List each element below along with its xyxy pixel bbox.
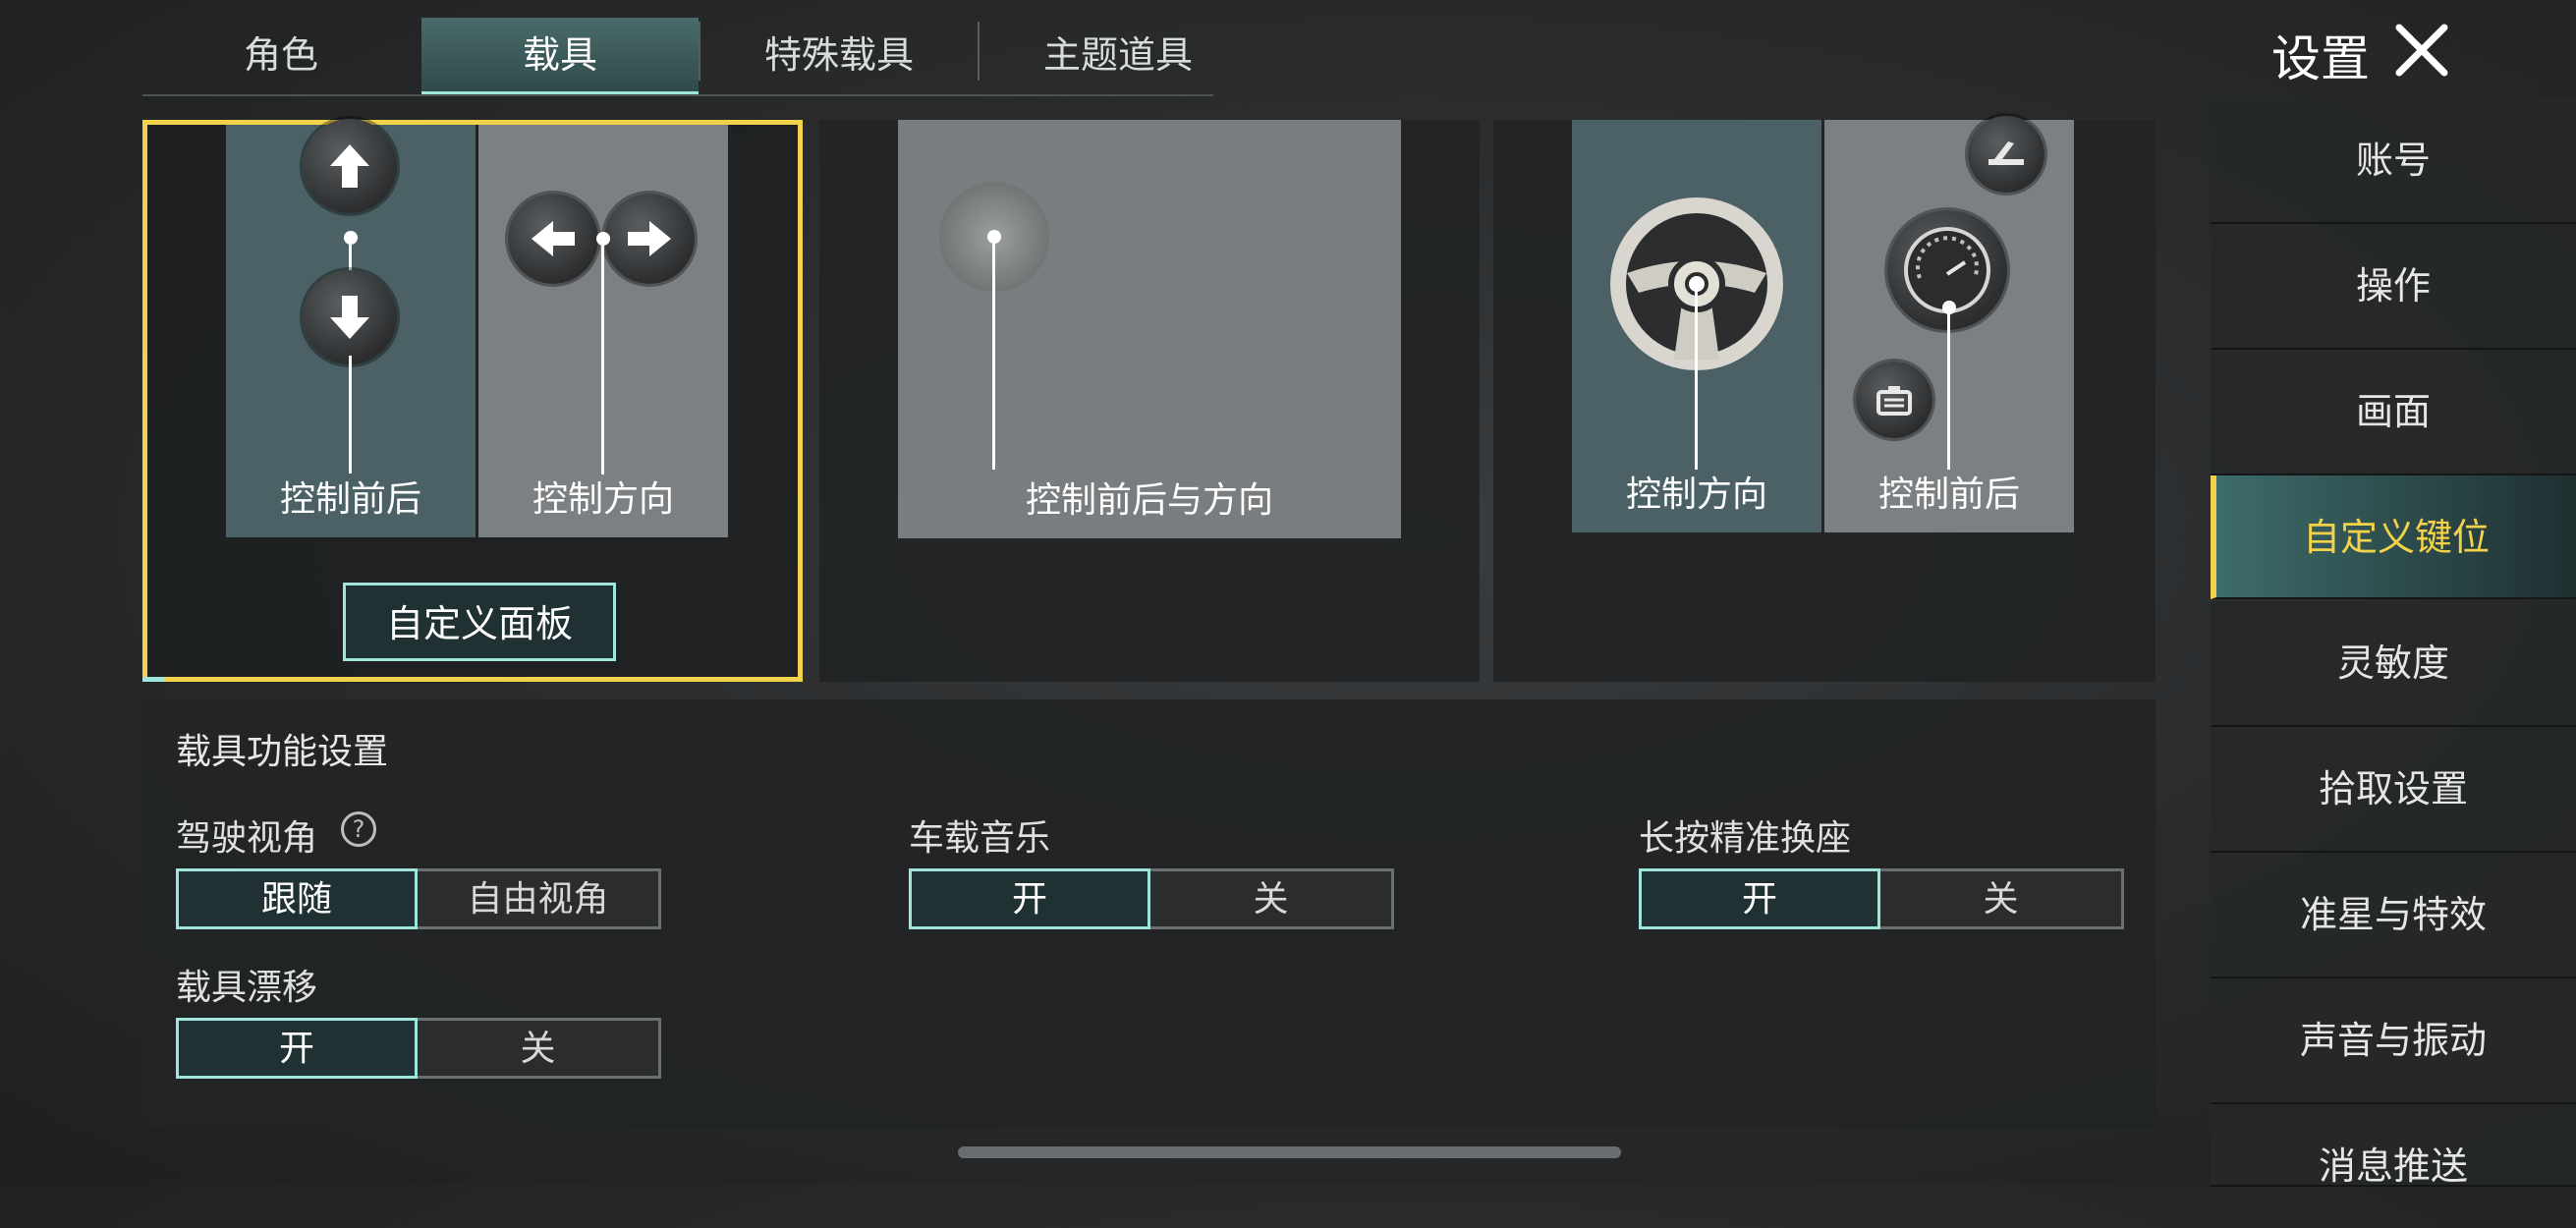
sidebar-item-controls[interactable]: 操作 — [2211, 224, 2576, 350]
tab-character[interactable]: 角色 — [142, 18, 420, 96]
tab-vehicle[interactable]: 载具 — [421, 18, 699, 96]
car-music-label: 车载音乐 — [909, 818, 1051, 859]
sidebar-item-notifications[interactable]: 消息推送 — [2211, 1104, 2576, 1188]
sidebar-item-custom-layout[interactable]: 自定义键位 — [2211, 475, 2576, 599]
vehicle-drift-toggle: 开 关 — [176, 1018, 661, 1079]
zone-label: 控制前后 — [1877, 474, 2020, 515]
option-off[interactable]: 关 — [1150, 868, 1394, 929]
option-follow[interactable]: 跟随 — [176, 868, 418, 929]
forward-back-zone: 控制前后 — [226, 119, 476, 537]
arrow-down-icon — [330, 296, 369, 339]
connector-line — [992, 237, 995, 470]
top-tab-bar: 角色 载具 特殊载具 主题道具 — [142, 0, 1213, 98]
settings-sidebar: 账号 操作 画面 自定义键位 灵敏度 拾取设置 准星与特效 声音与振动 消息推送 — [2211, 98, 2576, 1188]
close-icon[interactable] — [2393, 22, 2450, 79]
control-scheme-2[interactable]: 控制前后与方向 — [819, 120, 1480, 682]
vehicle-settings-panel: 载具功能设置 驾驶视角 ? 跟随 自由视角 车载音乐 开 关 长按精准换座 开 … — [142, 699, 2156, 1128]
option-on[interactable]: 开 — [1639, 868, 1880, 929]
sidebar-item-pickup[interactable]: 拾取设置 — [2211, 727, 2576, 853]
handbrake-button — [1968, 116, 2044, 193]
connector-line — [1947, 307, 1950, 470]
custom-panel-button[interactable]: 自定义面板 — [343, 583, 616, 661]
steer-left-button — [508, 194, 598, 284]
option-on[interactable]: 开 — [176, 1018, 418, 1079]
zone-label: 控制方向 — [1625, 474, 1767, 515]
driving-view-label: 驾驶视角 — [176, 818, 318, 859]
steer-right-button — [604, 194, 695, 284]
option-on[interactable]: 开 — [909, 868, 1150, 929]
settings-title: 设置 — [2271, 30, 2370, 87]
zone-label: 控制前后与方向 — [1025, 480, 1273, 521]
connector-line — [601, 239, 604, 474]
tab-special-vehicle[interactable]: 特殊载具 — [700, 18, 978, 96]
vehicle-drift-label: 载具漂移 — [176, 968, 318, 1008]
section-title: 载具功能设置 — [176, 732, 389, 772]
sidebar-item-graphics[interactable]: 画面 — [2211, 350, 2576, 475]
sidebar-item-account[interactable]: 账号 — [2211, 98, 2576, 224]
connector-line — [349, 356, 352, 474]
selected-corner-marker — [142, 677, 164, 682]
sidebar-item-crosshair[interactable]: 准星与特效 — [2211, 853, 2576, 978]
arrow-right-icon — [628, 221, 671, 256]
tab-underline — [142, 94, 1213, 96]
connector-line — [1695, 287, 1698, 470]
control-scheme-1[interactable]: 控制前后 控制方向 自定义面板 — [142, 119, 803, 682]
option-off[interactable]: 关 — [418, 1018, 661, 1079]
arrow-up-icon — [330, 144, 369, 188]
long-press-seat-label: 长按精准换座 — [1639, 818, 1852, 859]
accelerate-button — [303, 119, 397, 213]
zone-label: 控制方向 — [532, 479, 674, 520]
driving-view-toggle: 跟随 自由视角 — [176, 868, 661, 929]
brake-button — [303, 270, 397, 364]
horizontal-scrollbar[interactable] — [958, 1146, 1621, 1158]
tab-theme-items[interactable]: 主题道具 — [980, 18, 1257, 96]
brake-pedal-icon — [1876, 386, 1912, 416]
throttle-zone: 控制前后 — [1824, 116, 2074, 532]
handbrake-icon — [1988, 141, 2024, 165]
brake-pedal-button — [1856, 362, 1932, 438]
joystick-zone: 控制前后与方向 — [898, 120, 1401, 538]
option-free-view[interactable]: 自由视角 — [418, 868, 661, 929]
sidebar-item-sound[interactable]: 声音与振动 — [2211, 978, 2576, 1104]
steering-zone: 控制方向 — [478, 125, 728, 537]
help-icon[interactable]: ? — [341, 811, 376, 847]
zone-label: 控制前后 — [279, 479, 421, 520]
control-scheme-3[interactable]: 控制方向 控制前后 — [1493, 116, 2156, 682]
option-off[interactable]: 关 — [1880, 868, 2124, 929]
arrow-left-icon — [532, 221, 575, 256]
sidebar-item-label: 消息推送 — [2318, 1144, 2468, 1188]
long-press-seat-toggle: 开 关 — [1639, 868, 2124, 929]
sidebar-item-sensitivity[interactable]: 灵敏度 — [2211, 601, 2576, 727]
car-music-toggle: 开 关 — [909, 868, 1394, 929]
steering-wheel-zone: 控制方向 — [1572, 120, 1821, 532]
